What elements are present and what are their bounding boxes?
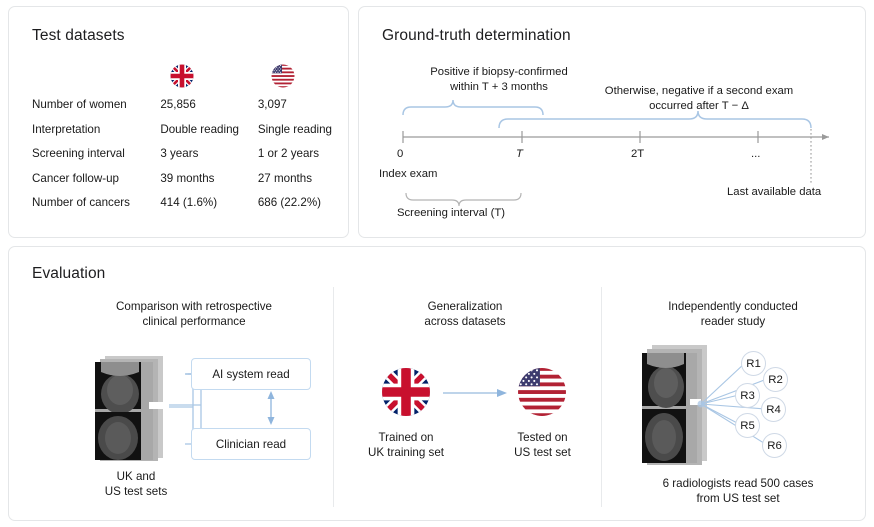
- col1-title-line1: Comparison with retrospective: [116, 300, 272, 313]
- brace-negative-window: [499, 111, 811, 128]
- col2-caption-left-line1: Trained on: [379, 431, 434, 444]
- eval-col2-title: Generalization across datasets: [365, 299, 565, 329]
- ai-system-read-box[interactable]: AI system read: [191, 358, 311, 390]
- col3-caption-line1: 6 radiologists read 500 cases: [663, 477, 814, 490]
- col2-caption-right-line2: US test set: [514, 446, 571, 459]
- col1-caption-line2: US test sets: [105, 485, 168, 498]
- col3-title-line1: Independently conducted: [668, 300, 798, 313]
- label-index-exam: Index exam: [379, 167, 437, 182]
- reader-circle-r1: R1: [741, 351, 766, 376]
- row-label: Interpretation: [32, 124, 160, 149]
- ai-system-read-label: AI system read: [212, 368, 289, 381]
- col2-caption-right-line1: Tested on: [517, 431, 567, 444]
- row-value-us: 27 months: [258, 173, 332, 198]
- otherwise-line2: occurred after T − Δ: [649, 100, 749, 112]
- positive-line1: Positive if biopsy-confirmed: [430, 66, 568, 78]
- column-divider-1: [333, 287, 334, 507]
- evaluation-panel: Evaluation Comparison with retrospective…: [8, 246, 866, 521]
- reader-label-r2: R2: [768, 374, 783, 386]
- column-divider-2: [601, 287, 602, 507]
- row-label: Number of cancers: [32, 197, 160, 222]
- row-label: Screening interval: [32, 148, 160, 173]
- reader-label-r3: R3: [740, 390, 755, 402]
- panel-title-test-datasets: Test datasets: [32, 27, 125, 45]
- reader-label-r4: R4: [766, 404, 781, 416]
- eval-col2-caption-right: Tested on US test set: [490, 430, 595, 460]
- datasets-table: Number of women 25,856 3,097 Interpretat…: [32, 99, 332, 222]
- table-row: Number of women 25,856 3,097: [32, 99, 332, 124]
- row-value-uk: Double reading: [160, 124, 258, 149]
- axis-tick-label-0: 0: [397, 147, 403, 162]
- reader-circle-r4: R4: [761, 397, 786, 422]
- row-value-uk: 25,856: [160, 99, 258, 124]
- eval-col3-title: Independently conducted reader study: [618, 299, 848, 329]
- brace-screening-interval: [406, 193, 521, 206]
- label-last-available-data: Last available data: [727, 185, 821, 200]
- row-value-uk: 414 (1.6%): [160, 197, 258, 222]
- col3-caption-line2: from US test set: [696, 492, 779, 505]
- row-value-us: Single reading: [258, 124, 332, 149]
- reader-label-r6: R6: [767, 440, 782, 452]
- row-value-uk: 39 months: [160, 173, 258, 198]
- label-screening-interval: Screening interval (T): [397, 206, 505, 221]
- col2-title-line1: Generalization: [428, 300, 503, 313]
- row-label: Number of women: [32, 99, 160, 124]
- eval-col2-caption-left: Trained on UK training set: [346, 430, 466, 460]
- us-flag-icon: [517, 367, 567, 417]
- reader-circle-r6: R6: [762, 433, 787, 458]
- col1-title-line2: clinical performance: [142, 315, 245, 328]
- generalization-arrow: [443, 387, 513, 399]
- col3-title-line2: reader study: [701, 315, 765, 328]
- axis-tick-label-2T: 2T: [631, 147, 644, 162]
- us-flag-icon: [271, 64, 295, 88]
- axis-tick-label-T: T: [516, 147, 523, 162]
- table-row: Interpretation Double reading Single rea…: [32, 124, 332, 149]
- table-row: Cancer follow-up 39 months 27 months: [32, 173, 332, 198]
- reader-circle-r2: R2: [763, 367, 788, 392]
- table-row: Screening interval 3 years 1 or 2 years: [32, 148, 332, 173]
- otherwise-line1: Otherwise, negative if a second exam: [605, 85, 793, 97]
- panel-title-evaluation: Evaluation: [32, 265, 105, 283]
- row-value-us: 3,097: [258, 99, 332, 124]
- row-value-uk: 3 years: [160, 148, 258, 173]
- axis-tick-label-dots: ...: [751, 147, 760, 162]
- reader-circle-r3: R3: [735, 383, 760, 408]
- eval-col1-caption: UK and US test sets: [61, 469, 211, 499]
- timeline-arrowhead: [822, 134, 829, 140]
- col2-title-line2: across datasets: [424, 315, 505, 328]
- ground-truth-panel: Ground-truth determination Positive if b…: [358, 6, 866, 238]
- positive-line2: within T + 3 months: [450, 81, 548, 93]
- col2-caption-left-line2: UK training set: [368, 446, 444, 459]
- reader-label-r1: R1: [746, 358, 761, 370]
- uk-flag-icon: [381, 367, 431, 417]
- row-value-us: 686 (22.2%): [258, 197, 332, 222]
- eval-col1-title: Comparison with retrospective clinical p…: [74, 299, 314, 329]
- test-datasets-panel: Test datasets: [8, 6, 349, 238]
- col1-caption-line1: UK and: [117, 470, 156, 483]
- clinician-read-box[interactable]: Clinician read: [191, 428, 311, 460]
- table-row: Number of cancers 414 (1.6%) 686 (22.2%): [32, 197, 332, 222]
- brace-positive-window: [403, 100, 543, 115]
- uk-flag-icon: [170, 64, 194, 88]
- reader-circle-r5: R5: [735, 413, 760, 438]
- reader-label-r5: R5: [740, 420, 755, 432]
- label-negative-window: Otherwise, negative if a second exam occ…: [559, 84, 839, 113]
- eval-col3-caption: 6 radiologists read 500 cases from US te…: [613, 476, 863, 506]
- clinician-read-label: Clinician read: [216, 438, 286, 451]
- row-label: Cancer follow-up: [32, 173, 160, 198]
- row-value-us: 1 or 2 years: [258, 148, 332, 173]
- timeline-diagram: [359, 7, 867, 239]
